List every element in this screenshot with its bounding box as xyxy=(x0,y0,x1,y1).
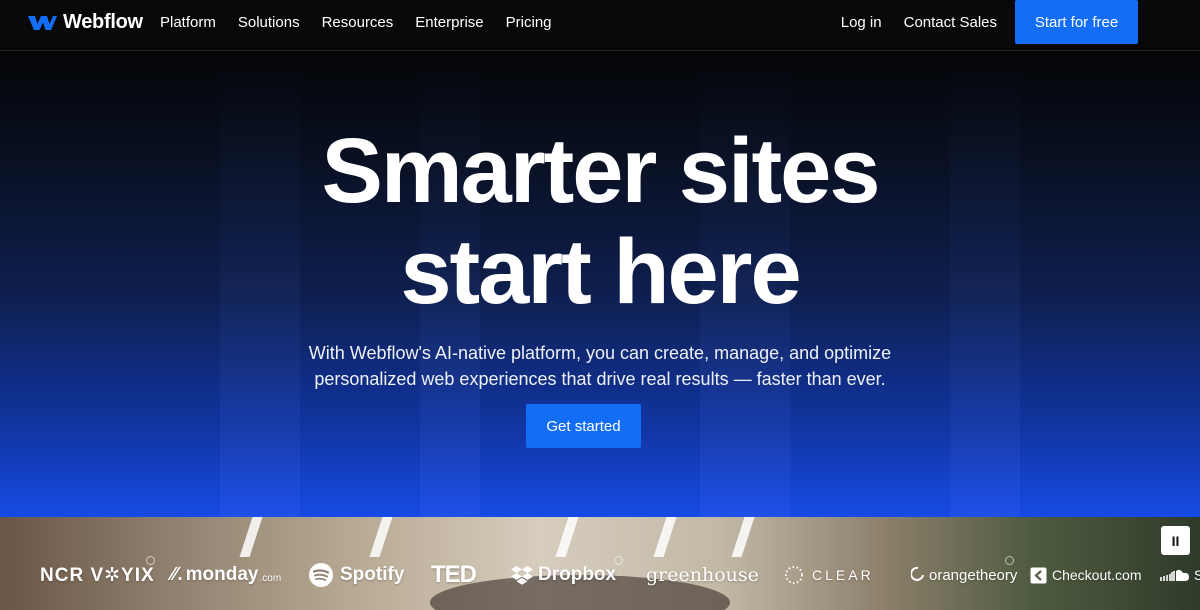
monday-text: monday xyxy=(185,564,259,585)
light-ray xyxy=(555,517,579,557)
monday-suffix: .com xyxy=(259,572,282,584)
orangetheory-logo: orangetheory xyxy=(911,557,1017,593)
logo-text: Webflow xyxy=(63,10,143,33)
checkout-logo: Checkout.com xyxy=(1030,557,1141,593)
light-ray xyxy=(239,517,263,557)
soundcloud-logo: S xyxy=(1160,557,1200,593)
light-ray xyxy=(653,517,677,557)
dropbox-logo: Dropbox xyxy=(511,557,616,593)
get-started-button[interactable]: Get started xyxy=(526,404,641,448)
nav-enterprise[interactable]: Enterprise xyxy=(415,14,483,31)
hero-headline-line2: start here xyxy=(400,221,801,323)
dropbox-text: Dropbox xyxy=(538,564,617,585)
spotify-logo: Spotify xyxy=(308,557,404,593)
checkout-icon xyxy=(1030,567,1047,583)
webflow-w-icon xyxy=(28,16,57,30)
primary-nav: Platform Solutions Resources Enterprise … xyxy=(160,14,552,31)
spotify-icon xyxy=(309,563,333,587)
checkout-text: Checkout.com xyxy=(1052,567,1142,583)
nav-solutions[interactable]: Solutions xyxy=(238,14,300,31)
hero-subtitle-line2: personalized web experiences that drive … xyxy=(314,369,886,389)
ted-logo: TED xyxy=(431,561,477,588)
dropbox-icon xyxy=(511,566,533,585)
logo-marquee: NCR V✲YIX ∕∕. monday .com Spotify TED Dr… xyxy=(0,557,1200,593)
hero-headline-line1: Smarter sites xyxy=(321,120,881,222)
pause-marquee-button[interactable]: II xyxy=(1161,526,1190,555)
nav-actions: Log in Contact Sales Start for free xyxy=(841,0,1138,44)
monday-mark-icon: ∕∕. xyxy=(171,564,183,585)
clear-text: CLEAR xyxy=(812,567,874,583)
spotify-text: Spotify xyxy=(340,564,405,585)
greenhouse-logo: greenhouse xyxy=(646,564,759,586)
orangetheory-text: orangetheory xyxy=(929,566,1018,584)
contact-sales-link[interactable]: Contact Sales xyxy=(904,14,997,31)
nav-pricing[interactable]: Pricing xyxy=(506,14,552,31)
clear-logo: CLEAR xyxy=(784,557,874,593)
soundcloud-text: S xyxy=(1194,567,1200,583)
nav-platform[interactable]: Platform xyxy=(160,14,216,31)
soundcloud-icon xyxy=(1160,569,1189,581)
customer-logo-strip: NCR V✲YIX ∕∕. monday .com Spotify TED Dr… xyxy=(0,517,1200,610)
nav-resources[interactable]: Resources xyxy=(322,14,394,31)
ncr-voyix-logo: NCR V✲YIX xyxy=(40,564,155,586)
info-icon xyxy=(146,556,155,565)
orangetheory-mark-icon xyxy=(911,566,924,581)
monday-logo: ∕∕. monday .com xyxy=(171,557,281,593)
webflow-logo[interactable]: Webflow xyxy=(28,9,143,35)
light-ray xyxy=(369,517,393,557)
hero-subtitle-line1: With Webflow's AI-native platform, you c… xyxy=(308,343,892,363)
info-icon xyxy=(614,556,623,565)
info-icon xyxy=(1005,556,1014,565)
light-ray xyxy=(731,517,755,557)
hero-section: Smarter sites start here With Webflow's … xyxy=(0,51,1200,517)
clear-dotted-ring-icon xyxy=(785,566,803,584)
login-link[interactable]: Log in xyxy=(841,14,882,31)
start-for-free-button[interactable]: Start for free xyxy=(1015,0,1138,44)
top-navigation: Webflow Platform Solutions Resources Ent… xyxy=(0,0,1200,51)
